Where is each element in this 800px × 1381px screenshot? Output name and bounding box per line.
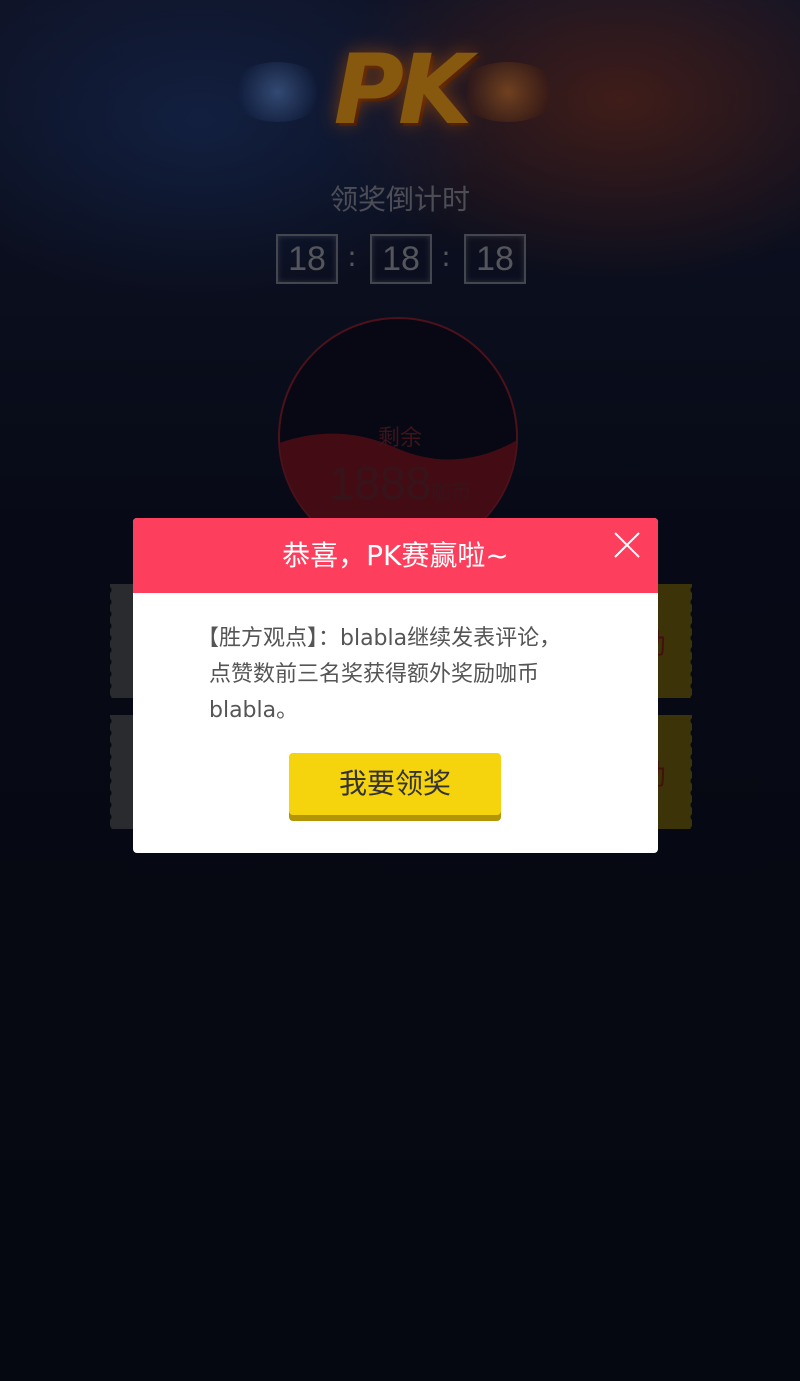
dialog-message-line: blabla。 xyxy=(209,698,299,723)
dialog-message: 【胜方观点】：blabla继续发表评论， 点赞数前三名奖获得额外奖励咖币 bla… xyxy=(197,621,609,729)
dialog-title: 恭喜，PK赛赢啦~ xyxy=(282,539,509,572)
dialog-message-line: 【胜方观点】：blabla继续发表评论， xyxy=(197,626,562,651)
dialog-header: 恭喜，PK赛赢啦~ xyxy=(133,518,658,593)
dialog-message-line: 点赞数前三名奖获得额外奖励咖币 xyxy=(209,662,540,687)
win-dialog: 恭喜，PK赛赢啦~ 【胜方观点】：blabla继续发表评论， 点赞数前三名奖获得… xyxy=(133,518,658,853)
claim-reward-button[interactable]: 我要领奖 xyxy=(289,753,501,815)
close-icon[interactable] xyxy=(610,528,644,562)
